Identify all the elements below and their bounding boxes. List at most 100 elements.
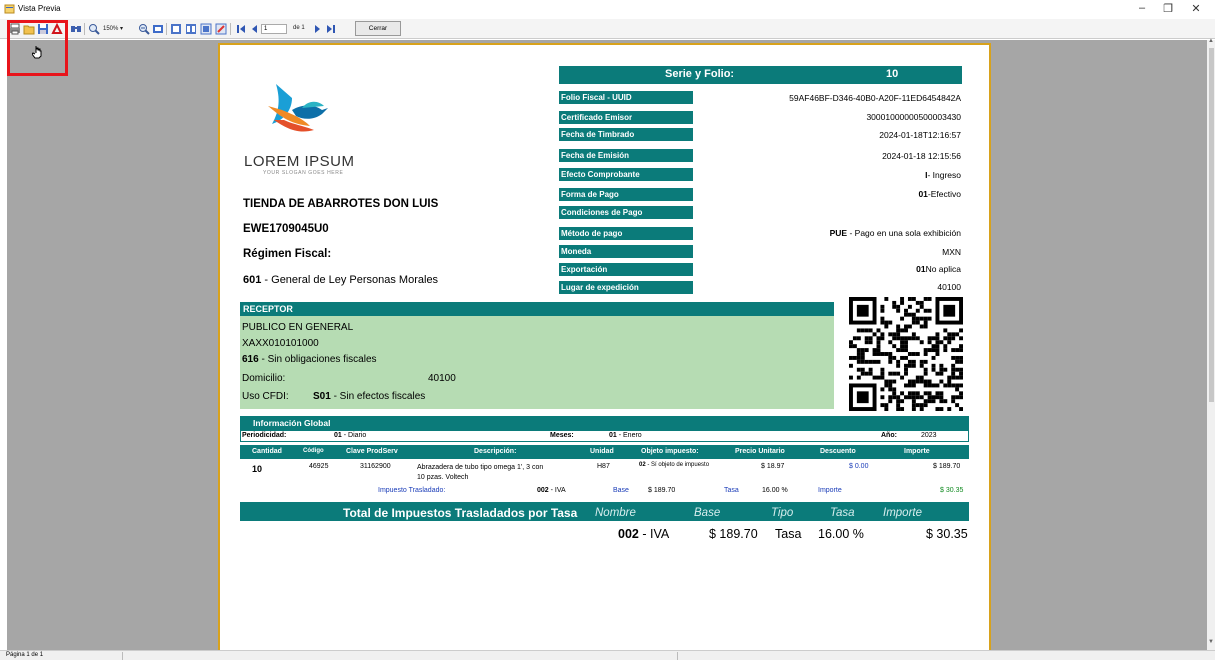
prev-page-icon[interactable]: [249, 23, 259, 35]
header-value: PUE - Pago en una sola exhibición: [829, 228, 961, 238]
page-number-input[interactable]: 1: [261, 24, 287, 34]
next-page-icon[interactable]: [313, 23, 323, 35]
header-label: Folio Fiscal - UUID: [559, 91, 693, 104]
meses-value: 01 - Enero: [609, 432, 642, 439]
status-bar: Página 1 de 1: [0, 650, 1215, 660]
single-page-icon[interactable]: [170, 23, 182, 35]
tax-importe-value: $ 30.35: [940, 487, 964, 494]
item-desc-line2: 10 pzas. Voltech: [417, 474, 469, 481]
serie-folio-bar: Serie y Folio: 10: [559, 66, 962, 84]
find-icon[interactable]: [70, 23, 82, 35]
header-label: Fecha de Emisión: [559, 149, 693, 162]
regimen-desc: - General de Ley Personas Morales: [261, 274, 439, 286]
logo-slogan: YOUR SLOGAN GOES HERE: [263, 170, 344, 176]
tax-base-label: Base: [613, 487, 629, 494]
company-rfc: EWE1709045U0: [243, 223, 329, 235]
uso-cfdi-label: Uso CFDI:: [242, 391, 289, 402]
receptor-name: PUBLICO EN GENERAL: [242, 322, 354, 333]
meses-label: Meses:: [550, 432, 574, 439]
receptor-regimen: 616 - Sin obligaciones fiscales: [242, 354, 377, 365]
receptor-title: RECEPTOR: [243, 304, 293, 314]
totals-col-nombre: Nombre: [595, 507, 636, 519]
col-importe: Importe: [904, 448, 930, 455]
totals-nombre: 002 - IVA: [618, 527, 670, 541]
tax-base-value: $ 189.70: [648, 487, 676, 494]
col-descuento: Descuento: [820, 448, 856, 455]
header-value: 2024-01-18T12:16:57: [879, 130, 961, 140]
totals-col-tipo: Tipo: [771, 507, 794, 519]
edit-page-icon[interactable]: [215, 23, 227, 35]
col-precio: Precio Unitario: [735, 448, 785, 455]
regimen-title: Régimen Fiscal:: [243, 248, 332, 260]
totals-importe: $ 30.35: [926, 527, 968, 541]
header-label: Lugar de expedición: [559, 281, 693, 294]
scroll-down-icon[interactable]: ▼: [1208, 639, 1214, 645]
two-pages-icon[interactable]: [185, 23, 197, 35]
item-objeto: 02 - Sí objeto de impuesto: [639, 462, 710, 468]
toolbar: 150% ▾ 1 de 1 Cerrar: [0, 19, 1215, 39]
regimen-code: 601: [243, 274, 262, 286]
domicilio-value: 40100: [428, 373, 456, 384]
domicilio-label: Domicilio:: [242, 373, 286, 384]
totals-title: Total de Impuestos Trasladados por Tasa: [343, 506, 578, 520]
col-clave: Clave ProdServ: [346, 448, 398, 455]
periodicidad-value: 01 - Diario: [334, 432, 367, 439]
window-title: Vista Previa: [18, 4, 61, 13]
totals-col-importe: Importe: [883, 507, 922, 519]
header-value: 40100: [937, 282, 961, 292]
toolbar-separator: [230, 23, 231, 35]
zoom-select[interactable]: 150% ▾: [103, 25, 123, 32]
header-label: Fecha de Timbrado: [559, 128, 693, 141]
tax-tasa-label: Tasa: [724, 487, 739, 494]
item-desc-line1: Abrazadera de tubo tipo omega 1', 3 con: [417, 464, 544, 471]
bird-logo-icon: [268, 84, 328, 132]
header-label: Condiciones de Pago: [559, 206, 693, 219]
scrollbar-thumb[interactable]: [1209, 48, 1214, 402]
minimize-button[interactable]: –: [1129, 2, 1155, 14]
hand-cursor-icon: [32, 46, 42, 59]
global-info-title: Información Global: [253, 418, 331, 428]
last-page-icon[interactable]: [325, 23, 337, 35]
col-codigo: Código: [303, 448, 324, 454]
header-label: Certificado Emisor: [559, 111, 693, 124]
page-setup-icon[interactable]: [152, 23, 164, 35]
item-unidad: H87: [597, 463, 610, 470]
title-bar: Vista Previa – ❐ ✕: [0, 0, 1215, 19]
totals-tasa: 16.00 %: [818, 527, 864, 541]
toolbar-separator: [84, 23, 85, 35]
company-name: TIENDA DE ABARROTES DON LUIS: [243, 198, 439, 210]
receptor-header: RECEPTOR: [240, 302, 834, 316]
tax-name: 002 - IVA: [537, 487, 566, 494]
receptor-rfc: XAXX010101000: [242, 338, 319, 349]
totals-col-base: Base: [694, 507, 721, 519]
header-value: 2024-01-18 12:15:56: [882, 151, 961, 161]
page-total-label: de 1: [293, 25, 305, 31]
multi-page-icon[interactable]: [200, 23, 212, 35]
close-window-button[interactable]: ✕: [1183, 2, 1209, 15]
cerrar-button[interactable]: Cerrar: [355, 21, 401, 36]
header-value: 30001000000500003430: [866, 112, 961, 122]
serie-label: Serie y Folio:: [665, 68, 735, 80]
header-label: Método de pago: [559, 227, 693, 240]
status-separator: [122, 652, 123, 660]
totals-base: $ 189.70: [709, 527, 758, 541]
header-value: MXN: [942, 247, 961, 257]
tax-label: Impuesto Trasladado:: [378, 487, 446, 494]
item-cantidad: 10: [252, 464, 263, 474]
zoom-icon[interactable]: [88, 23, 100, 35]
header-label: Efecto Comprobante: [559, 168, 693, 181]
col-unidad: Unidad: [590, 448, 614, 455]
maximize-button[interactable]: ❐: [1155, 2, 1181, 15]
status-separator: [677, 652, 678, 660]
first-page-icon[interactable]: [235, 23, 247, 35]
anio-label: Año:: [881, 432, 897, 439]
header-value: I- Ingreso: [925, 170, 961, 180]
tax-tasa-value: 16.00 %: [762, 487, 788, 494]
header-value: 01-Efectivo: [918, 189, 961, 199]
header-label: Exportación: [559, 263, 693, 276]
zoom-out-icon[interactable]: [138, 23, 150, 35]
periodicidad-label: Periodicidad:: [242, 432, 287, 439]
totals-tipo: Tasa: [775, 527, 802, 541]
item-descuento: $ 0.00: [849, 463, 869, 470]
scroll-up-icon[interactable]: ▲: [1208, 38, 1214, 44]
